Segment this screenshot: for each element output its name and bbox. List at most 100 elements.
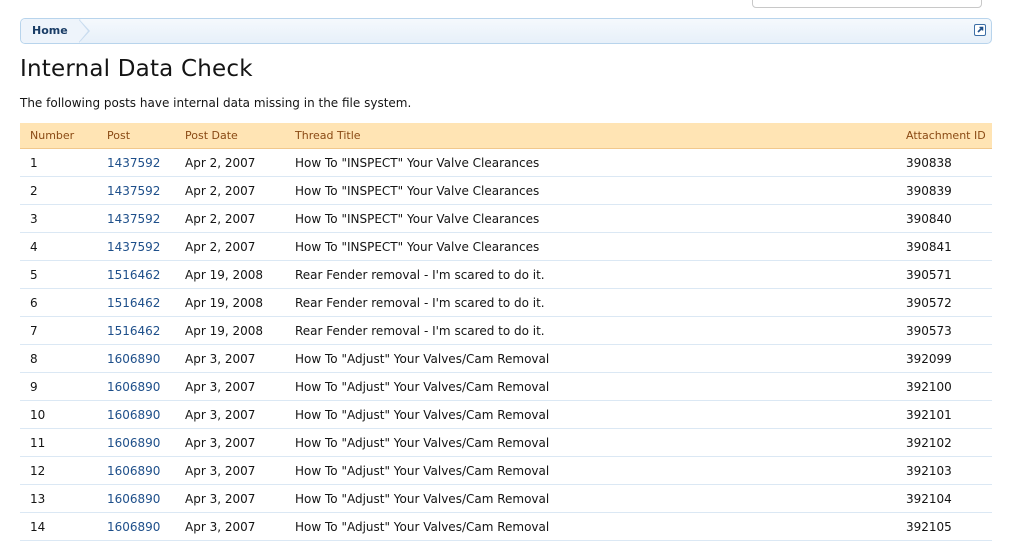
post-link[interactable]: 1437592	[107, 212, 160, 226]
cell-thread-title: How To "Adjust" Your Valves/Cam Removal	[295, 428, 906, 457]
cell-attachment-id: 390838	[906, 148, 992, 177]
cell-number: 8	[20, 344, 107, 373]
table-row: 9 1606890 Apr 3, 2007 How To "Adjust" Your …	[20, 372, 992, 401]
cell-number: 13	[20, 484, 107, 513]
cell-post-date: Apr 3, 2007	[185, 400, 295, 429]
cell-thread-title: Rear Fender removal - I'm scared to do i…	[295, 288, 906, 317]
cell-post: 1606890	[107, 344, 185, 373]
cell-post: 1516462	[107, 260, 185, 289]
cell-number: 7	[20, 316, 107, 345]
cell-thread-title: How To "Adjust" Your Valves/Cam Removal	[295, 372, 906, 401]
cell-attachment-id: 390841	[906, 232, 992, 261]
cell-post: 1516462	[107, 288, 185, 317]
cell-post-date: Apr 2, 2007	[185, 204, 295, 233]
cell-post-date: Apr 2, 2007	[185, 148, 295, 177]
cell-number: 9	[20, 372, 107, 401]
cell-post-date: Apr 3, 2007	[185, 512, 295, 541]
cell-attachment-id: 392102	[906, 428, 992, 457]
cell-thread-title: How To "Adjust" Your Valves/Cam Removal	[295, 400, 906, 429]
table-row: 7 1516462 Apr 19, 2008 Rear Fender removal …	[20, 316, 992, 345]
breadcrumb: Home	[20, 18, 992, 44]
table-row: 14 1606890 Apr 3, 2007 How To "Adjust" Your…	[20, 512, 992, 541]
cell-thread-title: How To "INSPECT" Your Valve Clearances	[295, 232, 906, 261]
table-row: 6 1516462 Apr 19, 2008 Rear Fender removal …	[20, 288, 992, 317]
post-link[interactable]: 1516462	[107, 268, 160, 282]
post-link[interactable]: 1606890	[107, 380, 160, 394]
post-link[interactable]: 1606890	[107, 492, 160, 506]
cell-attachment-id: 392103	[906, 456, 992, 485]
cell-thread-title: How To "Adjust" Your Valves/Cam Removal	[295, 484, 906, 513]
table-row: 4 1437592 Apr 2, 2007 How To "INSPECT" Your…	[20, 232, 992, 261]
cell-thread-title: How To "INSPECT" Your Valve Clearances	[295, 176, 906, 205]
breadcrumb-home[interactable]: Home	[21, 19, 81, 43]
cell-number: 1	[20, 148, 107, 177]
post-link[interactable]: 1437592	[107, 240, 160, 254]
table-row: 10 1606890 Apr 3, 2007 How To "Adjust" Your…	[20, 400, 992, 429]
cell-thread-title: How To "Adjust" Your Valves/Cam Removal	[295, 512, 906, 541]
post-link[interactable]: 1437592	[107, 184, 160, 198]
cell-post-date: Apr 19, 2008	[185, 260, 295, 289]
table-header-row: Number Post Post Date Thread Title Attac…	[20, 123, 992, 149]
cell-post: 1606890	[107, 512, 185, 541]
page-title: Internal Data Check	[20, 56, 253, 82]
cell-number: 14	[20, 512, 107, 541]
search-input[interactable]	[752, 0, 982, 8]
table-row: 2 1437592 Apr 2, 2007 How To "INSPECT" Your…	[20, 176, 992, 205]
cell-post-date: Apr 3, 2007	[185, 456, 295, 485]
table-row: 8 1606890 Apr 3, 2007 How To "Adjust" Your …	[20, 344, 992, 373]
cell-post-date: Apr 19, 2008	[185, 316, 295, 345]
cell-thread-title: How To "INSPECT" Your Valve Clearances	[295, 204, 906, 233]
cell-post-date: Apr 3, 2007	[185, 344, 295, 373]
cell-number: 5	[20, 260, 107, 289]
post-link[interactable]: 1516462	[107, 296, 160, 310]
internal-data-table: Number Post Post Date Thread Title Attac…	[20, 123, 992, 541]
cell-attachment-id: 390840	[906, 204, 992, 233]
cell-attachment-id: 390573	[906, 316, 992, 345]
cell-post-date: Apr 2, 2007	[185, 176, 295, 205]
cell-thread-title: Rear Fender removal - I'm scared to do i…	[295, 316, 906, 345]
cell-number: 2	[20, 176, 107, 205]
cell-post: 1437592	[107, 148, 185, 177]
column-header-post-date: Post Date	[185, 123, 295, 149]
external-link-icon[interactable]	[974, 24, 986, 36]
cell-thread-title: How To "Adjust" Your Valves/Cam Removal	[295, 456, 906, 485]
post-link[interactable]: 1606890	[107, 464, 160, 478]
cell-post-date: Apr 3, 2007	[185, 428, 295, 457]
post-link[interactable]: 1606890	[107, 352, 160, 366]
cell-post: 1606890	[107, 484, 185, 513]
cell-attachment-id: 392101	[906, 400, 992, 429]
cell-post: 1437592	[107, 204, 185, 233]
cell-post-date: Apr 2, 2007	[185, 232, 295, 261]
cell-attachment-id: 392100	[906, 372, 992, 401]
post-link[interactable]: 1516462	[107, 324, 160, 338]
cell-number: 4	[20, 232, 107, 261]
cell-attachment-id: 392099	[906, 344, 992, 373]
column-header-attachment-id: Attachment ID	[906, 123, 992, 149]
cell-post: 1606890	[107, 372, 185, 401]
column-header-thread-title: Thread Title	[295, 123, 906, 149]
cell-post: 1606890	[107, 428, 185, 457]
post-link[interactable]: 1606890	[107, 520, 160, 534]
post-link[interactable]: 1606890	[107, 408, 160, 422]
cell-post: 1606890	[107, 456, 185, 485]
table-row: 11 1606890 Apr 3, 2007 How To "Adjust" Your…	[20, 428, 992, 457]
table-row: 3 1437592 Apr 2, 2007 How To "INSPECT" Your…	[20, 204, 992, 233]
table-row: 13 1606890 Apr 3, 2007 How To "Adjust" Your…	[20, 484, 992, 513]
column-header-number: Number	[20, 123, 107, 149]
post-link[interactable]: 1606890	[107, 436, 160, 450]
post-link[interactable]: 1437592	[107, 156, 160, 170]
cell-post: 1606890	[107, 400, 185, 429]
table-row: 1 1437592 Apr 2, 2007 How To "INSPECT" Your…	[20, 148, 992, 177]
cell-number: 12	[20, 456, 107, 485]
cell-post: 1437592	[107, 176, 185, 205]
cell-number: 10	[20, 400, 107, 429]
cell-attachment-id: 390572	[906, 288, 992, 317]
cell-number: 6	[20, 288, 107, 317]
cell-attachment-id: 390839	[906, 176, 992, 205]
cell-thread-title: How To "INSPECT" Your Valve Clearances	[295, 148, 906, 177]
cell-post-date: Apr 19, 2008	[185, 288, 295, 317]
cell-thread-title: How To "Adjust" Your Valves/Cam Removal	[295, 344, 906, 373]
cell-number: 3	[20, 204, 107, 233]
cell-post: 1516462	[107, 316, 185, 345]
cell-attachment-id: 390571	[906, 260, 992, 289]
